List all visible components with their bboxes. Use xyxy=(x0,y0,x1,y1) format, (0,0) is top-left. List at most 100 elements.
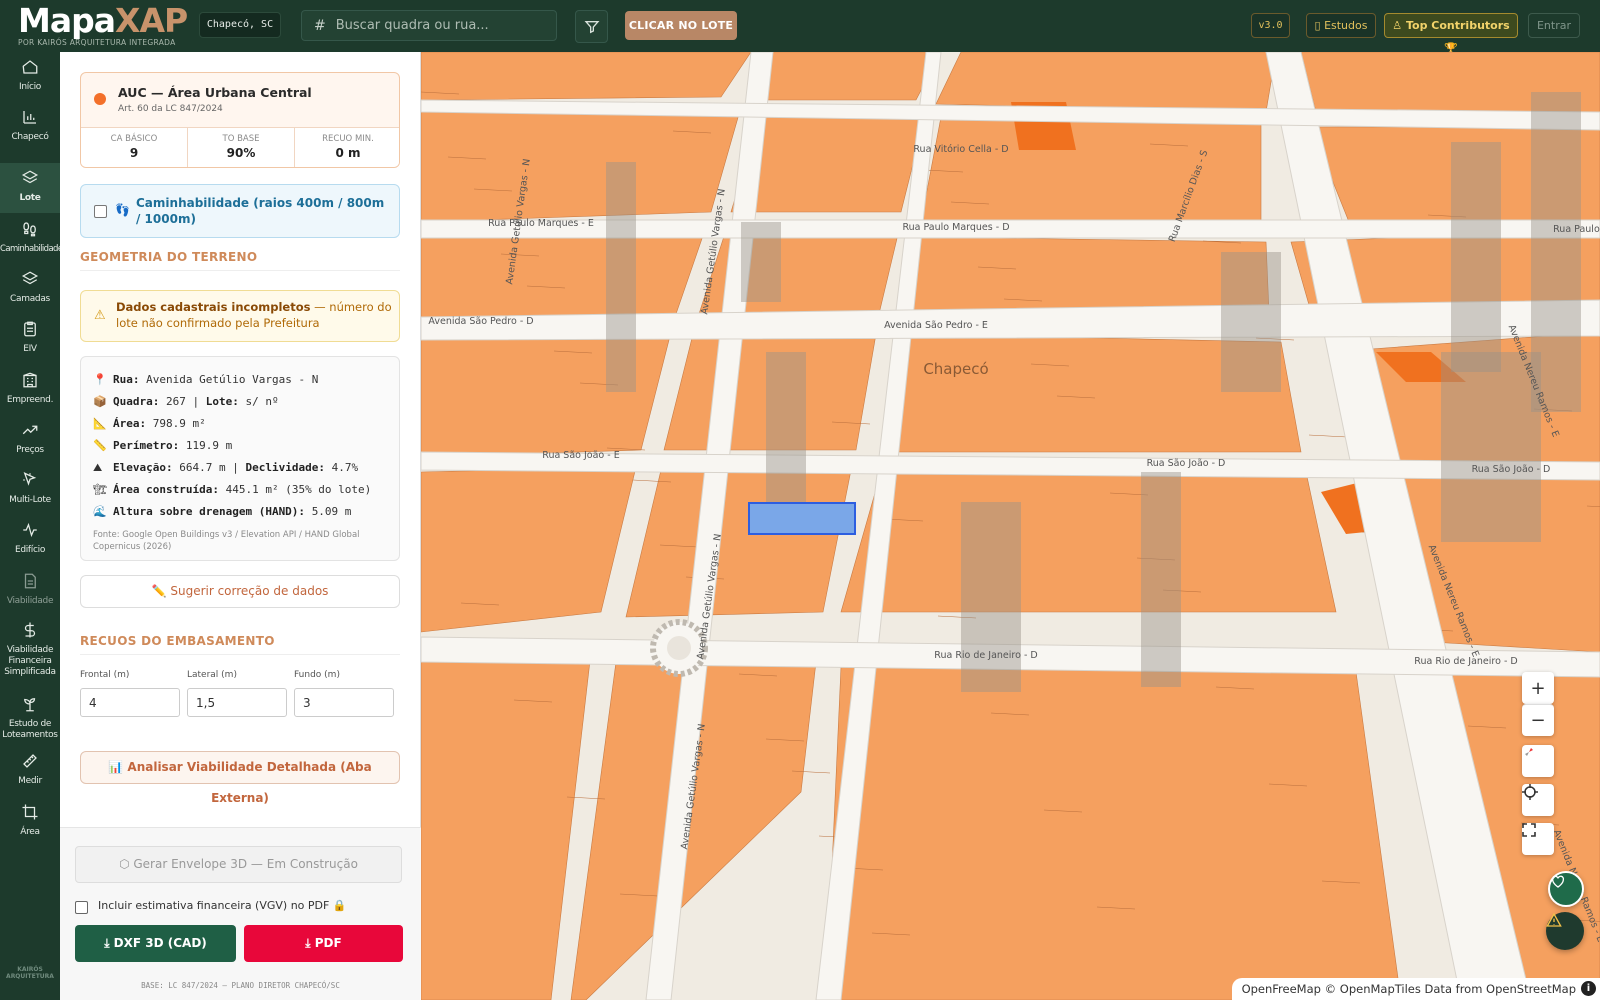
nav-item-estudo[interactable]: Estudo de Loteamentos xyxy=(0,689,60,745)
app-logo[interactable]: MapaXAP POR KAIRÓS ARQUITETURA INTEGRADA xyxy=(18,2,193,48)
clipboard-icon xyxy=(0,320,60,344)
hash-icon: # xyxy=(314,17,326,34)
lateral-input[interactable] xyxy=(187,688,287,717)
fundo-input[interactable] xyxy=(294,688,394,717)
street-label: Rua São João - D xyxy=(1147,458,1226,469)
nav-label: Área xyxy=(20,827,40,837)
compass-icon xyxy=(1525,748,1533,756)
map-canvas[interactable]: Chapecó Rua Vitório Cella - D Rua Paulo Ma… xyxy=(421,52,1600,1000)
top-contributors-button[interactable]: ♙ Top Contributors 🏆 xyxy=(1384,13,1518,55)
click-lote-button[interactable]: CLICAR NO LOTE xyxy=(625,11,737,40)
stat-ca-value: 9 xyxy=(129,146,139,160)
panel-footer: ⬡ Gerar Envelope 3D — Em Construção Incl… xyxy=(60,827,421,1000)
panel-scroll[interactable]: AUC — Área Urbana Central Art. 60 da LC … xyxy=(60,52,421,832)
map-attribution[interactable]: OpenFreeMap © OpenMapTiles Data from Ope… xyxy=(1231,978,1600,1000)
heart-icon xyxy=(1551,875,1565,888)
zoom-out-button[interactable]: − xyxy=(1522,704,1554,736)
street-label: Rua Rio de Janeiro - D xyxy=(1414,656,1517,667)
nav-item-eiv[interactable]: EIV xyxy=(0,314,60,364)
nav-label: EIV xyxy=(23,344,37,354)
row-rua: 📍 Rua: Avenida Getúlio Vargas - N xyxy=(93,369,387,391)
nav-item-medir[interactable]: Medir xyxy=(0,746,60,796)
street-label: Rua Rio de Janeiro - D xyxy=(934,650,1037,661)
area-value: 798.9 m² xyxy=(152,417,206,430)
lote-value: s/ nº xyxy=(245,395,279,408)
footprints-icon: 👣 xyxy=(115,203,130,217)
heart-handshake-button[interactable] xyxy=(1548,871,1584,907)
logo-subtitle: POR KAIRÓS ARQUITETURA INTEGRADA xyxy=(18,38,176,47)
nav-item-lote[interactable]: Lote xyxy=(0,163,60,213)
walkability-toggle[interactable]: 👣 Caminhabilidade (raios 400m / 800m / 1… xyxy=(80,184,400,238)
login-button[interactable]: Entrar xyxy=(1528,13,1580,38)
nav-label: Multi-Lote xyxy=(9,495,51,505)
map-svg[interactable]: Chapecó Rua Vitório Cella - D Rua Paulo Ma… xyxy=(421,52,1600,1000)
search-input[interactable] xyxy=(335,18,536,33)
suggest-correction-button[interactable]: ✏️ Sugerir correção de dados xyxy=(80,575,400,608)
pulse-icon xyxy=(0,521,60,545)
zone-color-dot xyxy=(94,93,106,105)
nav-item-caminhabilidade[interactable]: Caminhabilidade xyxy=(0,214,63,264)
base-legal-footer: BASE: LC 847/2024 — PLANO DIRETOR CHAPEC… xyxy=(141,981,340,990)
decl-value: 4.7% xyxy=(331,461,359,474)
street-label: Rua Paulo Marques - D xyxy=(902,222,1009,233)
locate-button[interactable] xyxy=(1522,784,1554,816)
city-block xyxy=(760,52,942,101)
frontal-input[interactable] xyxy=(80,688,180,717)
nav-item-edificio[interactable]: Edifício xyxy=(0,515,60,565)
row-elevacao: ⛰ Elevação: 664.7 m | Declividade: 4.7% xyxy=(93,457,387,479)
nav-label: Chapecó xyxy=(11,132,49,142)
street-label: Rua São João - D xyxy=(1472,464,1551,475)
hand-value: 5.09 m xyxy=(311,505,352,518)
filter-button[interactable] xyxy=(575,10,608,43)
city-selector[interactable]: Chapecó, SC xyxy=(199,12,281,38)
left-nav: Início Chapecó Lote Caminhabilidade Camadas E… xyxy=(0,52,63,1000)
info-icon[interactable]: i xyxy=(1581,981,1596,996)
data-warning: ⚠ Dados cadastrais incompletos — número … xyxy=(80,290,400,342)
estudos-button[interactable]: ▯ Estudos xyxy=(1306,13,1376,38)
nav-item-multilote[interactable]: Multi-Lote xyxy=(0,465,60,515)
city-block xyxy=(421,226,707,323)
perim-value: 119.9 m xyxy=(185,439,233,452)
nav-item-area[interactable]: Área xyxy=(0,797,60,847)
report-issue-button[interactable] xyxy=(1546,912,1584,950)
rua-key: Rua: xyxy=(113,373,140,386)
nav-item-viabilidade[interactable]: Viabilidade xyxy=(0,566,60,614)
walkability-checkbox[interactable] xyxy=(94,205,107,218)
selected-lot[interactable] xyxy=(748,502,856,535)
trend-icon xyxy=(0,421,60,445)
zone-card: AUC — Área Urbana Central Art. 60 da LC … xyxy=(80,72,400,168)
city-block xyxy=(421,106,742,223)
quadra-value: 267 | xyxy=(165,395,200,408)
generate-envelope-button[interactable]: ⬡ Gerar Envelope 3D — Em Construção xyxy=(75,846,402,883)
nav-item-viabilidade[interactable]: Viabilidade Financeira Simplificada xyxy=(0,615,60,687)
city-block xyxy=(421,52,752,101)
recuos-section-title: RECUOS DO EMBASAMENTO xyxy=(80,634,400,655)
fullscreen-button[interactable] xyxy=(1522,823,1554,855)
analyze-viability-button[interactable]: 📊 Analisar Viabilidade Detalhada (Aba Ex… xyxy=(80,751,400,805)
compass-button[interactable] xyxy=(1522,745,1554,777)
vgv-checkbox[interactable] xyxy=(75,901,88,914)
nav-item-chapeco[interactable]: Chapecó xyxy=(0,102,60,152)
city-block xyxy=(935,52,1277,113)
row-quadra: 📦 Quadra: 267 | Lote: s/ nº xyxy=(93,391,387,413)
nav-item-inicio[interactable]: Início xyxy=(0,52,60,102)
alert-triangle-icon xyxy=(1546,912,1562,927)
zoom-in-button[interactable]: + xyxy=(1522,672,1554,704)
rua-value: Avenida Getúlio Vargas - N xyxy=(146,373,319,386)
nav-item-empreend[interactable]: Empreend. xyxy=(0,365,60,415)
nav-item-precos[interactable]: Preços xyxy=(0,415,60,465)
lot-data-card: 📍 Rua: Avenida Getúlio Vargas - N 📦 Quadra… xyxy=(80,356,400,561)
nav-item-camadas[interactable]: Camadas xyxy=(0,264,60,314)
street-label: Avenida São Pedro - E xyxy=(884,320,988,331)
hand-key: Altura sobre drenagem (HAND): xyxy=(113,505,306,518)
pdf-download-button[interactable]: ⤓ PDF xyxy=(244,925,403,962)
nav-label: Início xyxy=(18,82,41,92)
stat-recuo-label: RECUO MIN. xyxy=(322,134,374,144)
dxf-download-button[interactable]: ⤓ DXF 3D (CAD) xyxy=(75,925,236,962)
layers-icon xyxy=(0,169,60,193)
ruler-icon: 📏 xyxy=(93,439,107,452)
fullscreen-icon xyxy=(1522,823,1536,837)
search-box[interactable]: # xyxy=(301,10,557,41)
home-icon xyxy=(0,58,60,82)
row-hand: 🌊 Altura sobre drenagem (HAND): 5.09 m xyxy=(93,501,387,523)
